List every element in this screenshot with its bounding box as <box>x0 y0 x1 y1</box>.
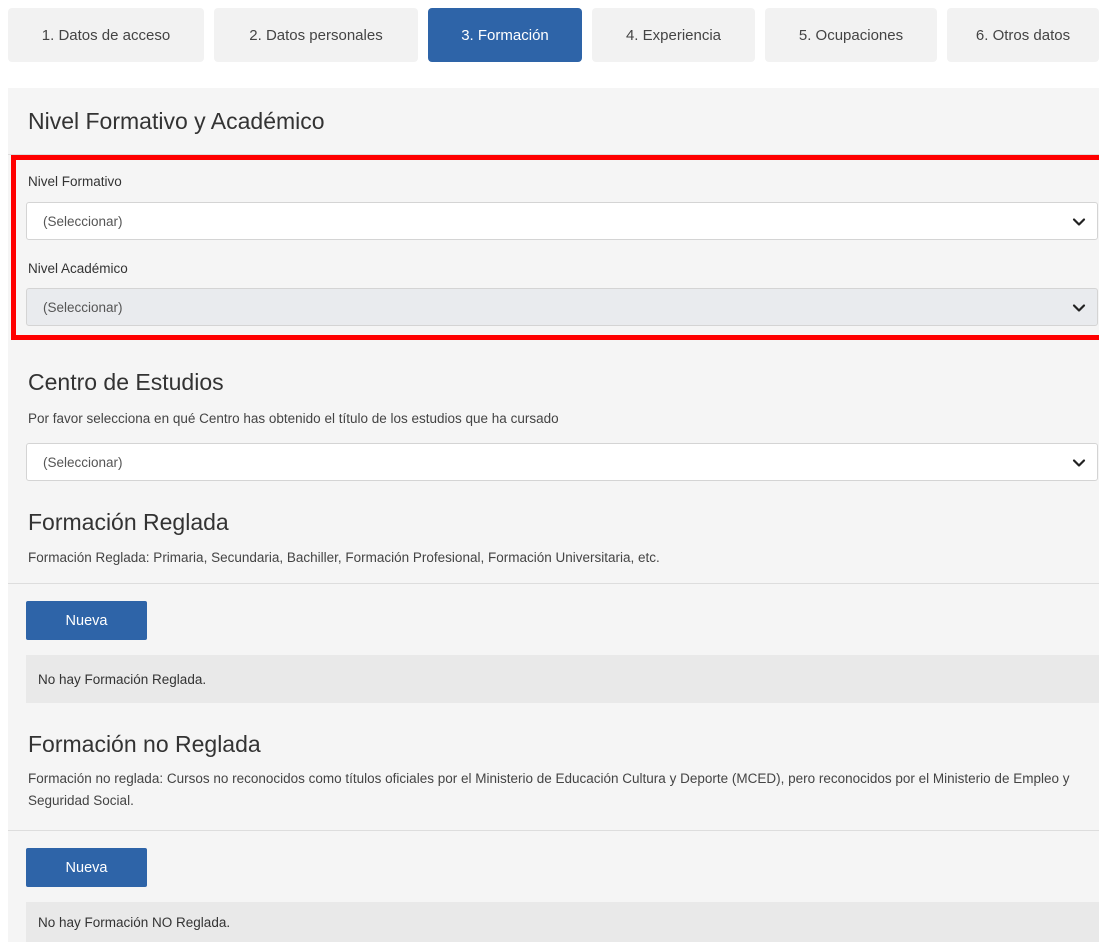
tab-label: 1. Datos de acceso <box>41 26 171 44</box>
wizard-tabs: 1. Datos de acceso 2. Datos personales 3… <box>0 0 1099 70</box>
reglada-empty-message: No hay Formación Reglada. <box>26 655 1099 703</box>
tab-label: 5. Ocupaciones <box>798 26 904 44</box>
nueva-no-reglada-button[interactable]: Nueva <box>26 848 147 887</box>
select-value: (Seleccionar) <box>43 299 123 315</box>
section-title-nivel: Nivel Formativo y Académico <box>28 108 325 134</box>
centro-description: Por favor selecciona en qué Centro has o… <box>28 411 559 426</box>
tab-ocupaciones[interactable]: 5. Ocupaciones <box>765 8 937 62</box>
tab-formacion[interactable]: 3. Formación <box>428 8 582 62</box>
tab-label: 6. Otros datos <box>975 26 1071 44</box>
divider <box>8 154 1099 155</box>
no-reglada-description: Formación no reglada: Cursos no reconoci… <box>28 771 1070 808</box>
centro-estudios-select[interactable]: (Seleccionar) <box>26 443 1098 481</box>
chevron-down-icon <box>1072 304 1086 312</box>
nivel-academico-select[interactable]: (Seleccionar) <box>26 288 1098 326</box>
tab-otros-datos[interactable]: 6. Otros datos <box>947 8 1099 62</box>
nivel-academico-label: Nivel Académico <box>28 261 128 276</box>
section-title-reglada: Formación Reglada <box>28 509 229 535</box>
tab-experiencia[interactable]: 4. Experiencia <box>592 8 755 62</box>
tab-datos-acceso[interactable]: 1. Datos de acceso <box>8 8 204 62</box>
tab-label: 4. Experiencia <box>625 26 722 44</box>
section-title-centro: Centro de Estudios <box>28 369 224 395</box>
divider <box>8 830 1099 831</box>
divider <box>8 583 1099 584</box>
nivel-formativo-label: Nivel Formativo <box>28 174 122 189</box>
section-title-no-reglada: Formación no Reglada <box>28 731 261 757</box>
tab-label: 2. Datos personales <box>249 26 383 44</box>
nivel-formativo-select[interactable]: (Seleccionar) <box>26 202 1098 240</box>
tab-label: 3. Formación <box>461 26 549 44</box>
chevron-down-icon <box>1072 218 1086 226</box>
chevron-down-icon <box>1072 459 1086 467</box>
no-reglada-empty-message: No hay Formación NO Reglada. <box>26 902 1099 942</box>
reglada-description: Formación Reglada: Primaria, Secundaria,… <box>28 550 660 565</box>
tab-datos-personales[interactable]: 2. Datos personales <box>214 8 418 62</box>
select-value: (Seleccionar) <box>43 213 123 229</box>
nueva-reglada-button[interactable]: Nueva <box>26 601 147 640</box>
select-value: (Seleccionar) <box>43 454 123 470</box>
